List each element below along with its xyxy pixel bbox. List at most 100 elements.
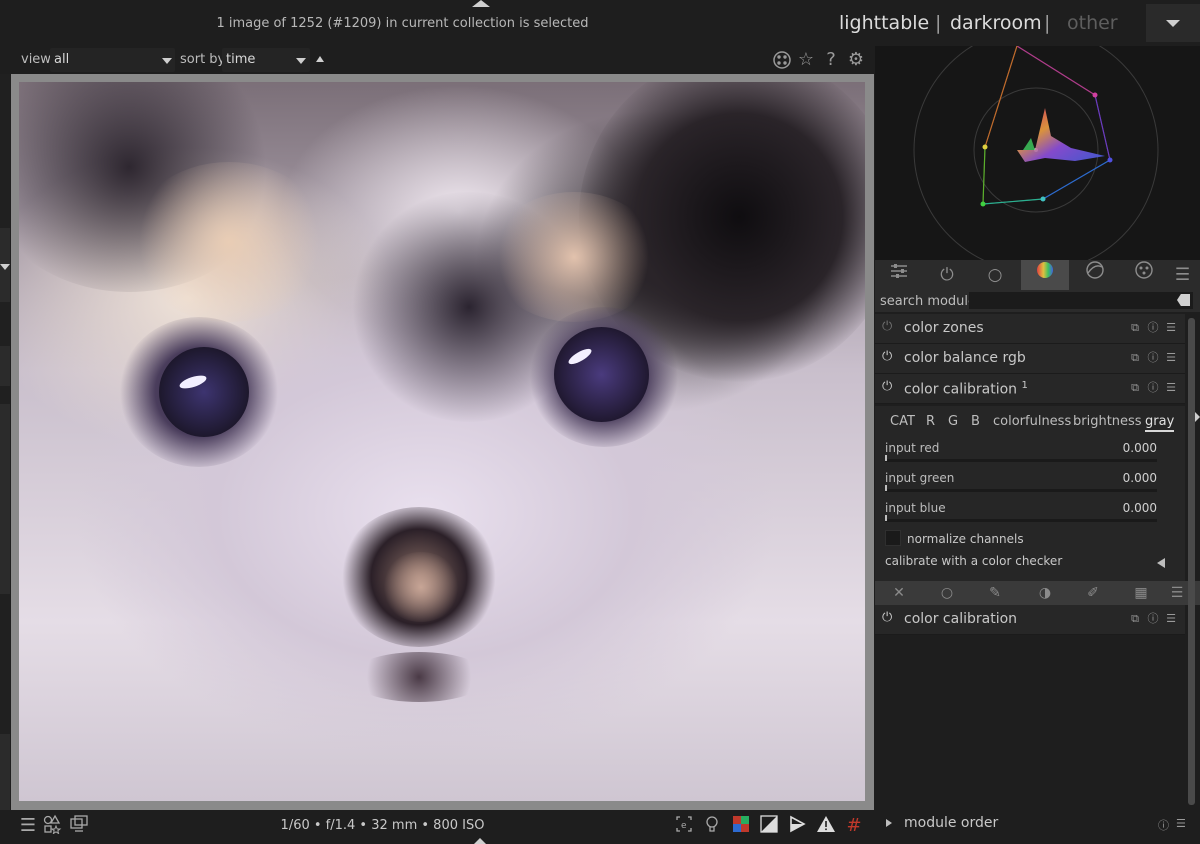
color-checker-section-label[interactable]: calibrate with a color checker	[885, 554, 1062, 568]
normalize-channels-checkbox[interactable]	[885, 530, 901, 546]
search-module-label: search module	[880, 294, 977, 309]
help-icon[interactable]: ?	[821, 50, 841, 70]
reset-icon[interactable]: ⓘ	[1158, 817, 1169, 833]
presets-menu-icon[interactable]: ☰	[1165, 352, 1177, 364]
presets-menu-icon[interactable]: ☰	[1176, 817, 1186, 830]
bottom-panel-toggle-icon[interactable]	[474, 838, 486, 844]
tab-active-modules[interactable]: ⏻	[923, 260, 971, 290]
lightbulb-icon[interactable]	[700, 814, 724, 838]
search-module-input[interactable]	[969, 292, 1193, 309]
slider-marker[interactable]	[885, 485, 887, 491]
power-icon[interactable]: ⏻	[882, 380, 896, 394]
color-calibration-tabs: CAT R G B colorfulness brightness gray	[875, 406, 1185, 436]
softproof-icon[interactable]	[729, 814, 753, 838]
tab-quick-access[interactable]	[875, 260, 923, 290]
top-header: 1 image of 1252 (#1209) in current colle…	[0, 0, 1200, 46]
parametric-mask-icon[interactable]: ◑	[1035, 583, 1055, 603]
module-order-row[interactable]: module order ⓘ ☰	[875, 808, 1200, 838]
search-module-row: search module	[875, 290, 1200, 312]
guides-icon[interactable]: #	[842, 814, 866, 838]
warning-icon[interactable]	[814, 814, 838, 838]
slider-track[interactable]	[885, 519, 1157, 522]
tab-r[interactable]: R	[926, 414, 935, 429]
view-darkroom-tab[interactable]: darkroom	[950, 12, 1042, 34]
right-panel-toggle-icon[interactable]	[1195, 412, 1200, 422]
view-switcher: lighttable | darkroom | other	[839, 0, 1200, 46]
sort-by-combo[interactable]: time	[222, 48, 310, 72]
tab-colorfulness[interactable]: colorfulness	[993, 414, 1071, 429]
slider-track[interactable]	[885, 489, 1157, 492]
tab-cat[interactable]: CAT	[890, 414, 915, 429]
module-color-zones[interactable]: ⏻ color zones ⧉ ⓘ ☰	[875, 314, 1185, 344]
reset-icon[interactable]: ⓘ	[1147, 322, 1159, 334]
input-green-slider[interactable]: input green 0.000	[875, 471, 1185, 501]
multi-instance-icon[interactable]: ⧉	[1129, 613, 1141, 625]
view-lighttable-tab[interactable]: lighttable	[839, 12, 929, 34]
view-separator: |	[1044, 12, 1051, 34]
left-panel-band	[0, 346, 10, 386]
vectorscope[interactable]	[875, 27, 1200, 273]
slider-track[interactable]	[885, 459, 1157, 462]
tab-brightness[interactable]: brightness	[1073, 414, 1142, 429]
right-panel: ⏻ ○ ☰ search module ⏻ color zones ⧉ ⓘ ☰ …	[875, 27, 1200, 844]
tab-base-modules[interactable]: ○	[971, 260, 1019, 290]
power-icon[interactable]: ⏻	[882, 350, 896, 364]
multi-instance-icon[interactable]: ⧉	[1129, 322, 1141, 334]
focus-peaking-icon[interactable]: e	[672, 814, 696, 838]
tab-gray[interactable]: gray	[1145, 414, 1175, 432]
presets-menu-icon[interactable]: ☰	[1165, 322, 1177, 334]
slider-value: 0.000	[1122, 501, 1157, 515]
tab-correct-modules[interactable]	[1071, 260, 1119, 290]
multi-instance-icon[interactable]: ⧉	[1129, 352, 1141, 364]
slider-marker[interactable]	[885, 515, 887, 521]
other-views-dropdown[interactable]	[1146, 4, 1200, 42]
top-panel-toggle-icon[interactable]	[472, 0, 490, 7]
presets-menu-icon[interactable]: ☰	[1165, 382, 1177, 394]
reset-icon[interactable]: ⓘ	[1147, 613, 1159, 625]
color-calibration-panel: CAT R G B colorfulness brightness gray i…	[875, 406, 1185, 581]
view-filter-label: view	[21, 52, 51, 67]
gear-icon[interactable]: ⚙	[846, 50, 866, 70]
slider-marker[interactable]	[885, 455, 887, 461]
normalize-channels-label: normalize channels	[907, 532, 1024, 546]
module-name: color calibration	[904, 611, 1018, 627]
module-color-calibration[interactable]: ⏻ color calibration ⧉ ⓘ ☰	[875, 605, 1185, 635]
module-name: color calibration 1	[904, 380, 1028, 398]
left-panel-toggle-icon[interactable]	[0, 264, 10, 270]
reset-icon[interactable]: ⓘ	[1147, 352, 1159, 364]
grouping-icon[interactable]	[772, 50, 792, 70]
expand-section-icon[interactable]	[1157, 558, 1165, 568]
right-panel-scrollbar[interactable]	[1188, 318, 1195, 805]
clipping-indicator-icon[interactable]	[785, 814, 809, 838]
drawn-parametric-mask-icon[interactable]: ✐	[1083, 583, 1103, 603]
tab-effect-modules[interactable]	[1120, 260, 1168, 290]
tab-g[interactable]: G	[948, 414, 958, 429]
view-other-tab[interactable]: other	[1067, 12, 1118, 34]
gamut-check-icon[interactable]	[757, 814, 781, 838]
sort-order-icon[interactable]	[316, 56, 324, 62]
multi-instance-icon[interactable]: ⧉	[1129, 382, 1141, 394]
center-photo[interactable]	[19, 82, 865, 801]
slider-value: 0.000	[1122, 441, 1157, 455]
hamburger-menu-icon[interactable]: ☰	[1165, 260, 1200, 290]
module-color-calibration-1[interactable]: ⏻ color calibration 1 ⧉ ⓘ ☰	[875, 374, 1185, 404]
hamburger-menu-icon[interactable]: ☰	[1167, 583, 1187, 603]
presets-menu-icon[interactable]: ☰	[1165, 613, 1177, 625]
uniform-mask-icon[interactable]: ○	[937, 583, 957, 603]
reset-icon[interactable]: ⓘ	[1147, 382, 1159, 394]
input-red-slider[interactable]: input red 0.000	[875, 441, 1185, 471]
tab-b[interactable]: B	[971, 414, 980, 429]
power-icon[interactable]: ⏻	[882, 611, 896, 625]
slider-label: input green	[885, 471, 955, 485]
drawn-mask-icon[interactable]: ✎	[985, 583, 1005, 603]
expand-arrow-icon[interactable]	[886, 819, 892, 827]
module-group-tabs: ⏻ ○ ☰	[875, 260, 1200, 290]
module-color-balance-rgb[interactable]: ⏻ color balance rgb ⧉ ⓘ ☰	[875, 344, 1185, 374]
power-icon[interactable]: ⏻	[882, 320, 896, 334]
input-blue-slider[interactable]: input blue 0.000	[875, 501, 1185, 531]
raster-mask-icon[interactable]: ▦	[1131, 583, 1151, 603]
tab-color-modules[interactable]	[1021, 260, 1069, 290]
view-filter-combo[interactable]: all	[50, 48, 175, 72]
star-icon[interactable]: ☆	[796, 50, 816, 70]
mask-off-icon[interactable]: ✕	[889, 583, 909, 603]
